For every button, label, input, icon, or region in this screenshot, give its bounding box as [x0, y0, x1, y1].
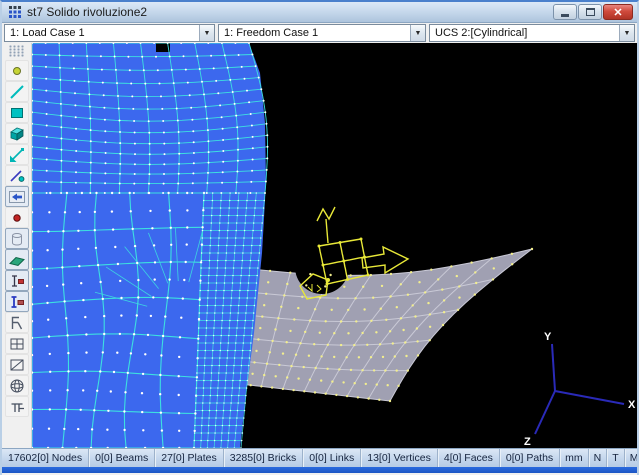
- close-button[interactable]: ✕: [603, 4, 633, 20]
- faces-count: 4[0] Faces: [438, 449, 500, 467]
- green-plate-icon: [7, 250, 27, 270]
- ucs-combobox[interactable]: UCS 2:[Cylindrical] ▼: [429, 24, 635, 42]
- freedom-case-value: 1: Freedom Case 1: [219, 27, 410, 39]
- axis-label-x: X: [628, 399, 636, 411]
- plate-display-button[interactable]: [5, 102, 29, 123]
- toolbar-grip[interactable]: [9, 45, 25, 57]
- chevron-down-icon[interactable]: ▼: [199, 25, 214, 41]
- brick-style-button[interactable]: [5, 228, 29, 249]
- window-title: st7 Solido rivoluzione2: [27, 5, 553, 19]
- chevron-down-icon[interactable]: ▼: [410, 25, 425, 41]
- section-icon: [7, 397, 27, 417]
- beam-section-button[interactable]: [5, 270, 29, 291]
- plate-style-button[interactable]: [5, 249, 29, 270]
- chevron-down-icon[interactable]: ▼: [619, 25, 634, 41]
- ibeam-red-icon: [7, 271, 27, 291]
- vertex-icon: [7, 166, 27, 186]
- load-case-combobox[interactable]: 1: Load Case 1 ▼: [4, 24, 215, 42]
- paths-count: 0[0] Paths: [500, 449, 560, 467]
- unit-length: mm: [560, 449, 589, 467]
- minimize-button[interactable]: [553, 4, 577, 20]
- unit-stress: MPa: [625, 449, 637, 467]
- app-window: st7 Solido rivoluzione2 ✕ 1: Load Case 1…: [0, 0, 639, 475]
- nodes-count: 17602[0] Nodes: [2, 449, 89, 467]
- vertices-count: 13[0] Vertices: [361, 449, 438, 467]
- unit-force: N: [589, 449, 608, 467]
- ibeam-blue-icon: [7, 292, 27, 312]
- axis-label-y: Y: [544, 331, 552, 343]
- grid-icon: [7, 334, 27, 354]
- brick-icon: [7, 124, 27, 144]
- load-arrow-icon: [7, 187, 27, 207]
- beam-display-button[interactable]: [5, 81, 29, 102]
- clamp-tool-button[interactable]: [5, 312, 29, 333]
- wire-sphere-icon: [7, 376, 27, 396]
- maximize-button[interactable]: [578, 4, 602, 20]
- sphere-render-button[interactable]: [5, 375, 29, 396]
- vertex-display-button[interactable]: [5, 165, 29, 186]
- beam-icon: [7, 82, 27, 102]
- entity-toolbar: [2, 43, 32, 448]
- plate-icon: [7, 103, 27, 123]
- link-display-button[interactable]: [5, 144, 29, 165]
- node-symbols-button[interactable]: [5, 207, 29, 228]
- case-toolbar: 1: Load Case 1 ▼ 1: Freedom Case 1 ▼ UCS…: [2, 23, 637, 43]
- load-case-value: 1: Load Case 1: [5, 27, 199, 39]
- title-bar[interactable]: st7 Solido rivoluzione2 ✕: [2, 2, 637, 23]
- plates-count: 27[0] Plates: [155, 449, 223, 467]
- section-tool-button[interactable]: [5, 396, 29, 417]
- beams-count: 0[0] Beams: [89, 449, 155, 467]
- brick-display-button[interactable]: [5, 123, 29, 144]
- window-bottom-border: [2, 467, 637, 473]
- model-viewport[interactable]: Y X Z: [32, 43, 637, 448]
- status-bar: 17602[0] Nodes 0[0] Beams 27[0] Plates 3…: [2, 448, 637, 467]
- load-display-button[interactable]: [5, 186, 29, 207]
- freedom-case-combobox[interactable]: 1: Freedom Case 1 ▼: [218, 24, 426, 42]
- node-display-button[interactable]: [5, 60, 29, 81]
- link-icon: [7, 145, 27, 165]
- node-icon: [7, 61, 27, 81]
- diagonal-box-icon: [7, 355, 27, 375]
- beam-axes-button[interactable]: [5, 291, 29, 312]
- maximize-icon: [586, 8, 595, 16]
- clamp-icon: [7, 313, 27, 333]
- ucs-value: UCS 2:[Cylindrical]: [430, 27, 619, 39]
- unit-mass: T: [607, 449, 624, 467]
- axis-label-z: Z: [524, 436, 531, 448]
- wireframe-view-button[interactable]: [5, 333, 29, 354]
- app-logo-icon: [8, 5, 22, 19]
- close-icon: ✕: [613, 6, 622, 19]
- outline-view-button[interactable]: [5, 354, 29, 375]
- cylinder-icon: [7, 229, 27, 249]
- bricks-count: 3285[0] Bricks: [224, 449, 304, 467]
- red-node-icon: [7, 208, 27, 228]
- links-count: 0[0] Links: [303, 449, 361, 467]
- minimize-icon: [561, 14, 569, 17]
